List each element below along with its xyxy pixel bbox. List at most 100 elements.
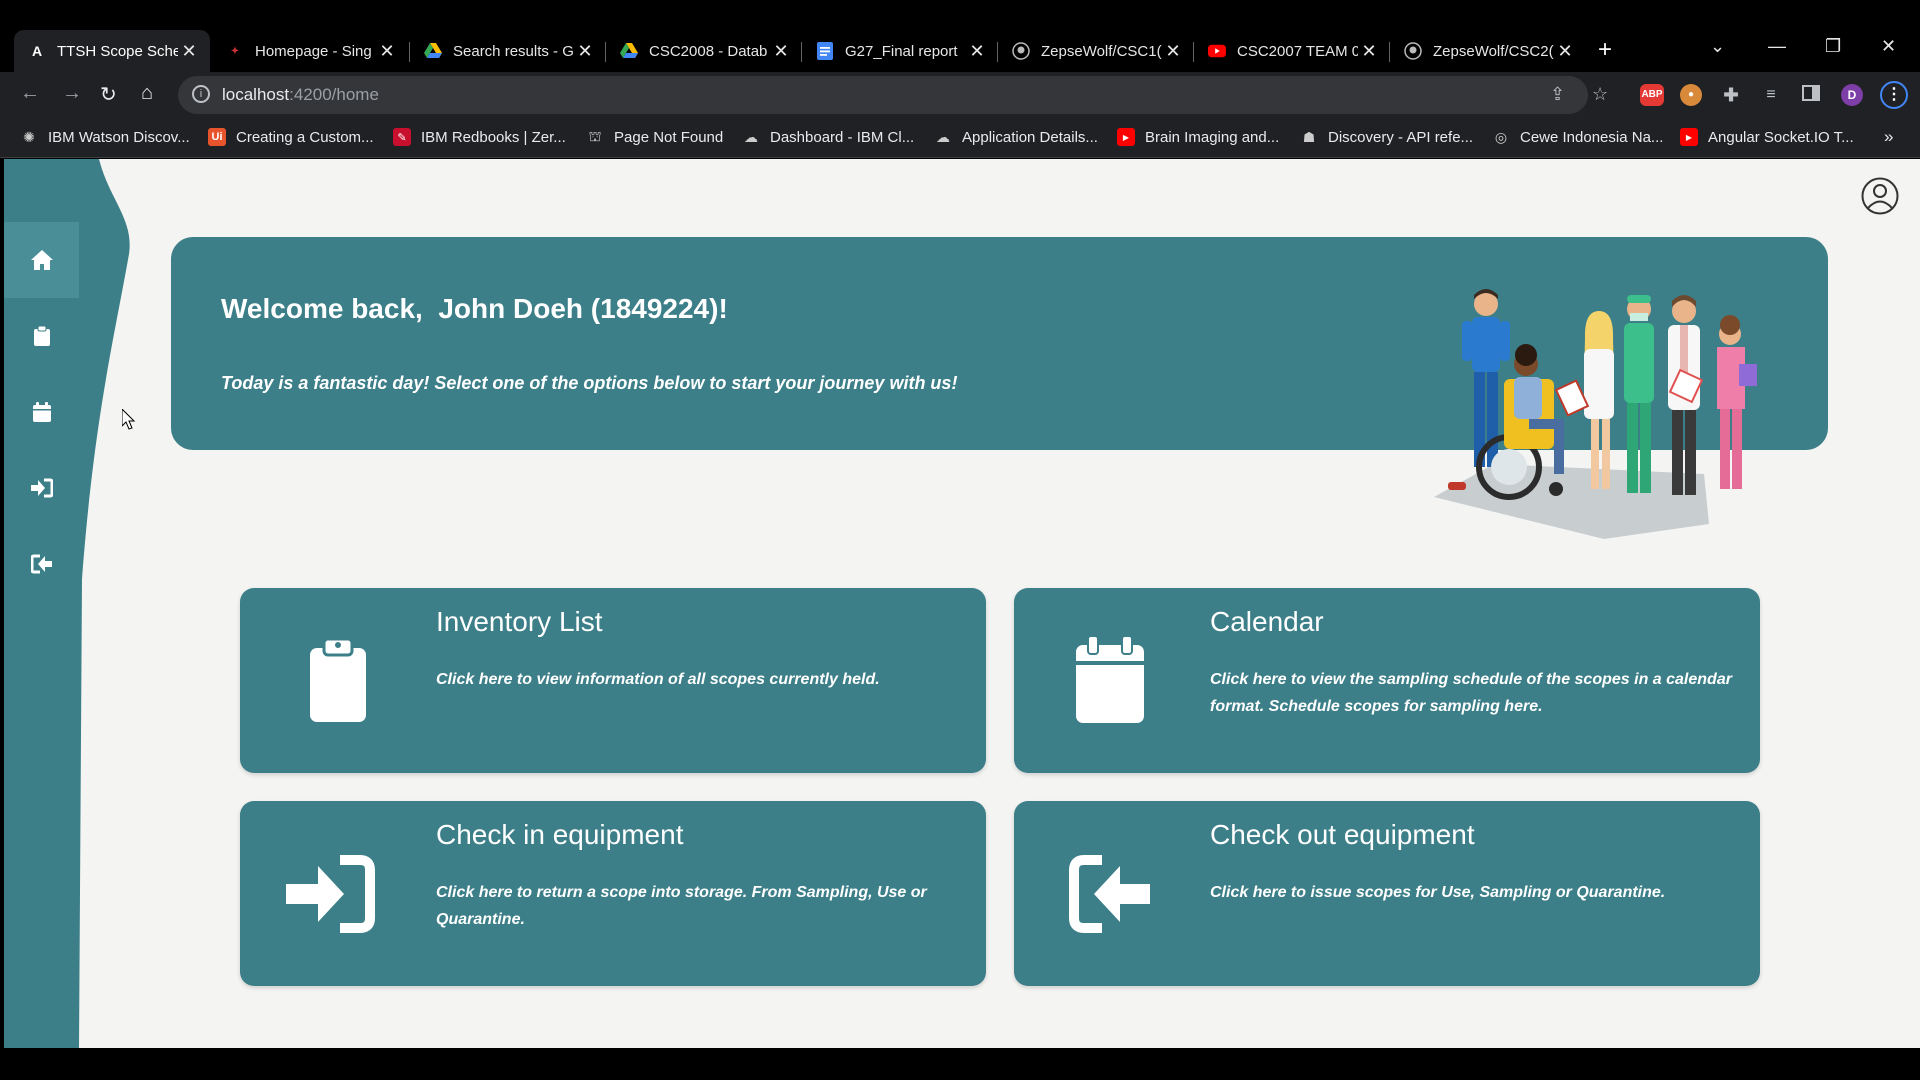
sidebar-item-inventory[interactable] bbox=[4, 298, 79, 374]
bookmark-label: IBM Redbooks | Zer... bbox=[421, 128, 566, 146]
globe-icon: ◎ bbox=[1494, 128, 1508, 145]
card-check-in-equipment[interactable]: Check in equipment Click here to return … bbox=[240, 801, 986, 986]
site-info-icon[interactable]: i bbox=[192, 85, 210, 103]
tab-title: TTSH Scope Sche bbox=[57, 42, 178, 60]
bookmark-label: Cewe Indonesia Na... bbox=[1520, 128, 1664, 146]
minimize-icon[interactable]: — bbox=[1768, 36, 1786, 57]
close-icon[interactable]: ✕ bbox=[1554, 41, 1576, 62]
tab-title: CSC2007 TEAM 0 bbox=[1237, 42, 1358, 60]
card-title: Check in equipment bbox=[436, 819, 684, 850]
bookmark-item[interactable]: ▶ Brain Imaging and... bbox=[1117, 124, 1279, 150]
tab-search-chevron-icon[interactable]: ⌄ bbox=[1710, 36, 1725, 57]
bookmark-label: Application Details... bbox=[962, 128, 1098, 146]
github-icon bbox=[1404, 42, 1422, 60]
bookmark-item[interactable]: ⛫ Page Not Found bbox=[586, 124, 724, 150]
media-queue-icon[interactable]: ≡ bbox=[1760, 84, 1782, 106]
bookmark-item[interactable]: ▶ Angular Socket.IO T... bbox=[1680, 124, 1854, 150]
close-icon[interactable]: ✕ bbox=[574, 41, 596, 62]
tab-search-results[interactable]: Search results - G ✕ bbox=[410, 30, 606, 72]
close-icon[interactable]: ✕ bbox=[1162, 41, 1184, 62]
side-panel-icon[interactable] bbox=[1800, 84, 1822, 106]
share-icon[interactable]: ⇪ bbox=[1550, 84, 1565, 105]
user-profile-button[interactable] bbox=[1861, 177, 1899, 215]
ibm-cloud-icon: ☁ bbox=[744, 128, 758, 145]
redbooks-icon: ✎ bbox=[393, 128, 411, 146]
tab-homepage[interactable]: ✦ Homepage - Sing ✕ bbox=[212, 30, 408, 72]
sidebar bbox=[4, 159, 134, 1048]
tab-title: ZepseWolf/CSC2( bbox=[1433, 42, 1554, 60]
mouse-cursor-icon bbox=[122, 409, 136, 430]
angular-icon: A bbox=[31, 43, 43, 59]
tab-csc2007-team[interactable]: CSC2007 TEAM 0 ✕ bbox=[1194, 30, 1390, 72]
forward-icon[interactable]: → bbox=[62, 82, 82, 105]
bookmark-item[interactable]: ☁ Application Details... bbox=[934, 124, 1098, 150]
tab-g27-final-report[interactable]: G27_Final report ✕ bbox=[802, 30, 998, 72]
home-icon bbox=[30, 250, 53, 270]
tab-strip: A TTSH Scope Sche ✕ ✦ Homepage - Sing ✕ … bbox=[0, 28, 1920, 72]
star-icon[interactable]: ☆ bbox=[1592, 84, 1608, 105]
bookmark-item[interactable]: ✺ IBM Watson Discov... bbox=[20, 124, 190, 150]
bookmark-item[interactable]: ✎ IBM Redbooks | Zer... bbox=[393, 124, 566, 150]
card-calendar[interactable]: Calendar Click here to view the sampling… bbox=[1014, 588, 1760, 773]
card-check-out-equipment[interactable]: Check out equipment Click here to issue … bbox=[1014, 801, 1760, 986]
restore-icon[interactable]: ❐ bbox=[1825, 36, 1841, 57]
tab-zepsewolf-csc1[interactable]: ZepseWolf/CSC1( ✕ bbox=[998, 30, 1194, 72]
card-title: Inventory List bbox=[436, 606, 603, 637]
card-description: Click here to view the sampling schedule… bbox=[1210, 671, 1732, 715]
sidebar-item-check-in[interactable] bbox=[4, 450, 79, 526]
tab-zepsewolf-csc2[interactable]: ZepseWolf/CSC2( ✕ bbox=[1390, 30, 1586, 72]
address-url[interactable]: localhost:4200/home bbox=[222, 85, 379, 105]
user-circle-icon bbox=[1861, 177, 1899, 215]
close-icon[interactable]: ✕ bbox=[770, 41, 792, 62]
bookmark-item[interactable]: Ui Creating a Custom... bbox=[208, 124, 374, 150]
window-close-icon[interactable]: ✕ bbox=[1881, 36, 1896, 57]
address-bar[interactable]: i localhost:4200/home ⇪ bbox=[178, 76, 1588, 114]
sidebar-item-check-out[interactable] bbox=[4, 526, 79, 602]
address-host: localhost bbox=[222, 85, 290, 104]
bookmark-label: Discovery - API refe... bbox=[1328, 128, 1474, 146]
menu-kebab-icon[interactable]: ⋮ bbox=[1880, 81, 1908, 109]
app-page: Welcome back, John Doeh (1849224)! Today… bbox=[4, 159, 1920, 1048]
page-icon: ⛫ bbox=[588, 127, 602, 144]
tab-ttsh-scope[interactable]: A TTSH Scope Sche ✕ bbox=[14, 30, 210, 72]
bookmarks-overflow-button[interactable]: » bbox=[1884, 124, 1893, 150]
tab-title: Homepage - Sing bbox=[255, 42, 372, 60]
reload-icon[interactable]: ↻ bbox=[100, 82, 117, 107]
github-icon bbox=[1012, 42, 1030, 60]
close-icon[interactable]: ✕ bbox=[178, 41, 200, 62]
sidebar-item-home[interactable] bbox=[4, 222, 79, 298]
sign-in-icon bbox=[30, 478, 53, 498]
drive-icon bbox=[424, 42, 442, 60]
card-title: Check out equipment bbox=[1210, 819, 1475, 850]
close-icon[interactable]: ✕ bbox=[1358, 41, 1380, 62]
bookmark-item[interactable]: ☗ Discovery - API refe... bbox=[1300, 124, 1473, 150]
sidebar-item-calendar[interactable] bbox=[4, 374, 79, 450]
bookmark-label: Brain Imaging and... bbox=[1145, 128, 1280, 146]
bookmark-item[interactable]: ☁ Dashboard - IBM Cl... bbox=[742, 124, 914, 150]
extensions-icon[interactable]: ✚ bbox=[1720, 84, 1742, 106]
new-tab-button[interactable]: + bbox=[1598, 36, 1612, 64]
card-inventory-list[interactable]: Inventory List Click here to view inform… bbox=[240, 588, 986, 773]
clipboard-icon bbox=[280, 633, 390, 733]
calendar-icon bbox=[1054, 633, 1164, 733]
bookmark-item[interactable]: ◎ Cewe Indonesia Na... bbox=[1492, 124, 1664, 150]
youtube-icon bbox=[1208, 42, 1226, 60]
docs-icon bbox=[816, 42, 834, 60]
tab-title: Search results - G bbox=[453, 42, 574, 60]
bookmark-label: Page Not Found bbox=[614, 128, 724, 146]
sign-out-icon bbox=[30, 554, 52, 574]
close-icon[interactable]: ✕ bbox=[966, 41, 988, 62]
adblock-icon[interactable]: ABP bbox=[1640, 84, 1664, 106]
browser-chrome: A TTSH Scope Sche ✕ ✦ Homepage - Sing ✕ … bbox=[0, 0, 1920, 158]
cookie-icon[interactable]: ● bbox=[1680, 84, 1702, 106]
uipath-icon: Ui bbox=[208, 128, 226, 146]
site-icon: ✦ bbox=[230, 45, 240, 57]
home-button-icon[interactable]: ⌂ bbox=[141, 82, 153, 105]
profile-avatar[interactable]: D bbox=[1841, 84, 1863, 106]
watson-icon: ✺ bbox=[23, 128, 35, 145]
back-icon[interactable]: ← bbox=[20, 82, 40, 105]
tab-csc2008[interactable]: CSC2008 - Datab ✕ bbox=[606, 30, 802, 72]
card-title: Calendar bbox=[1210, 606, 1324, 637]
card-description: Click here to return a scope into storag… bbox=[436, 884, 927, 928]
close-icon[interactable]: ✕ bbox=[376, 41, 398, 62]
